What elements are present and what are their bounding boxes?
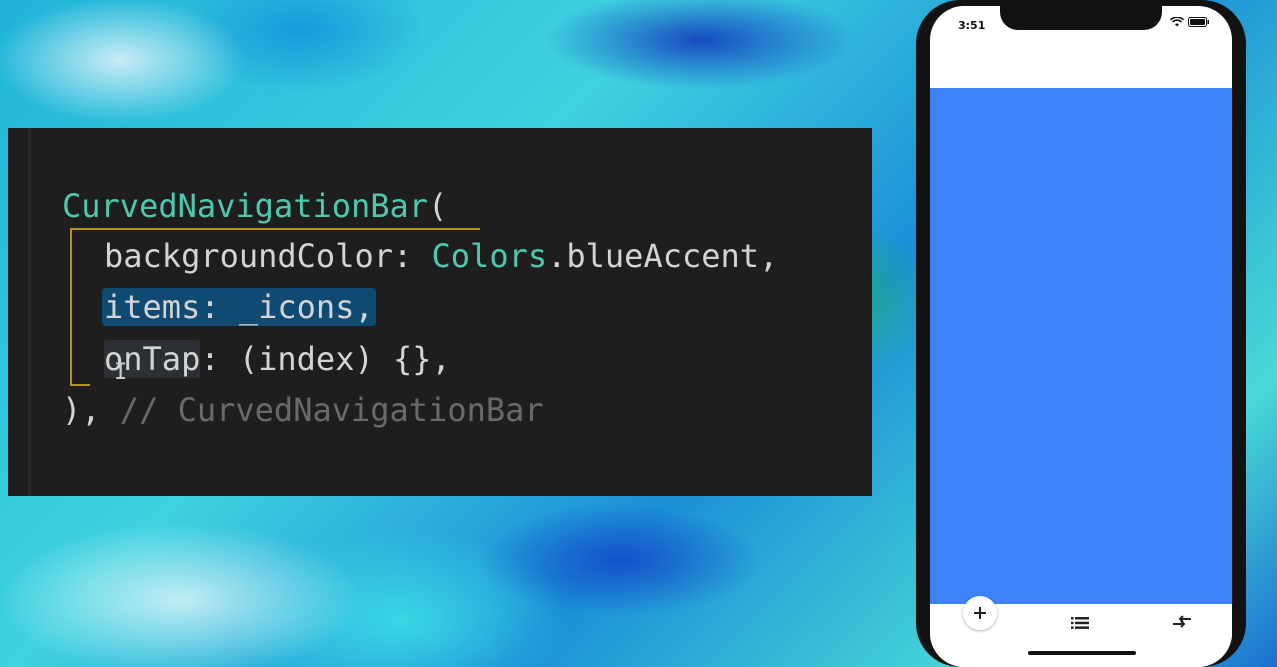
status-icons (1170, 17, 1210, 27)
code-line-5[interactable]: ), // CurvedNavigationBar (62, 388, 544, 432)
ontap-callback-token: : (index) {}, (200, 340, 451, 378)
phone-frame: 3:51 (916, 0, 1246, 667)
battery-icon (1188, 17, 1209, 27)
comment-token: // CurvedNavigationBar (100, 391, 544, 429)
code-line-1[interactable]: CurvedNavigationBar( (62, 184, 447, 228)
home-indicator[interactable] (1028, 651, 1136, 655)
wifi-icon (1170, 17, 1184, 27)
bracket-guide-end (70, 384, 90, 386)
editor-gutter (28, 128, 31, 496)
selected-text[interactable]: items: _icons, (102, 288, 376, 326)
colors-class-token: Colors (431, 237, 548, 275)
status-time: 3:51 (958, 19, 986, 32)
code-line-4[interactable]: onTap: (index) {}, (104, 337, 451, 381)
close-paren-token: ), (62, 391, 101, 429)
compare-arrows-icon (1173, 615, 1191, 628)
add-icon (974, 607, 986, 619)
nav-item-add[interactable] (963, 596, 997, 630)
nav-item-list[interactable] (1071, 614, 1089, 633)
code-line-2[interactable]: backgroundColor: Colors.blueAccent, (104, 234, 778, 278)
text-cursor-icon: I (114, 360, 128, 385)
property-token: backgroundColor: (104, 237, 432, 275)
open-paren-token: ( (428, 187, 448, 225)
nav-item-compare[interactable] (1172, 614, 1192, 633)
app-body (930, 88, 1232, 604)
code-line-3[interactable]: items: _icons, (102, 285, 376, 329)
blue-accent-token: .blueAccent, (547, 237, 779, 275)
list-icon (1071, 617, 1089, 629)
phone-screen: 3:51 (930, 6, 1232, 667)
class-name-token: CurvedNavigationBar (62, 187, 429, 225)
phone-notch (1000, 6, 1162, 30)
